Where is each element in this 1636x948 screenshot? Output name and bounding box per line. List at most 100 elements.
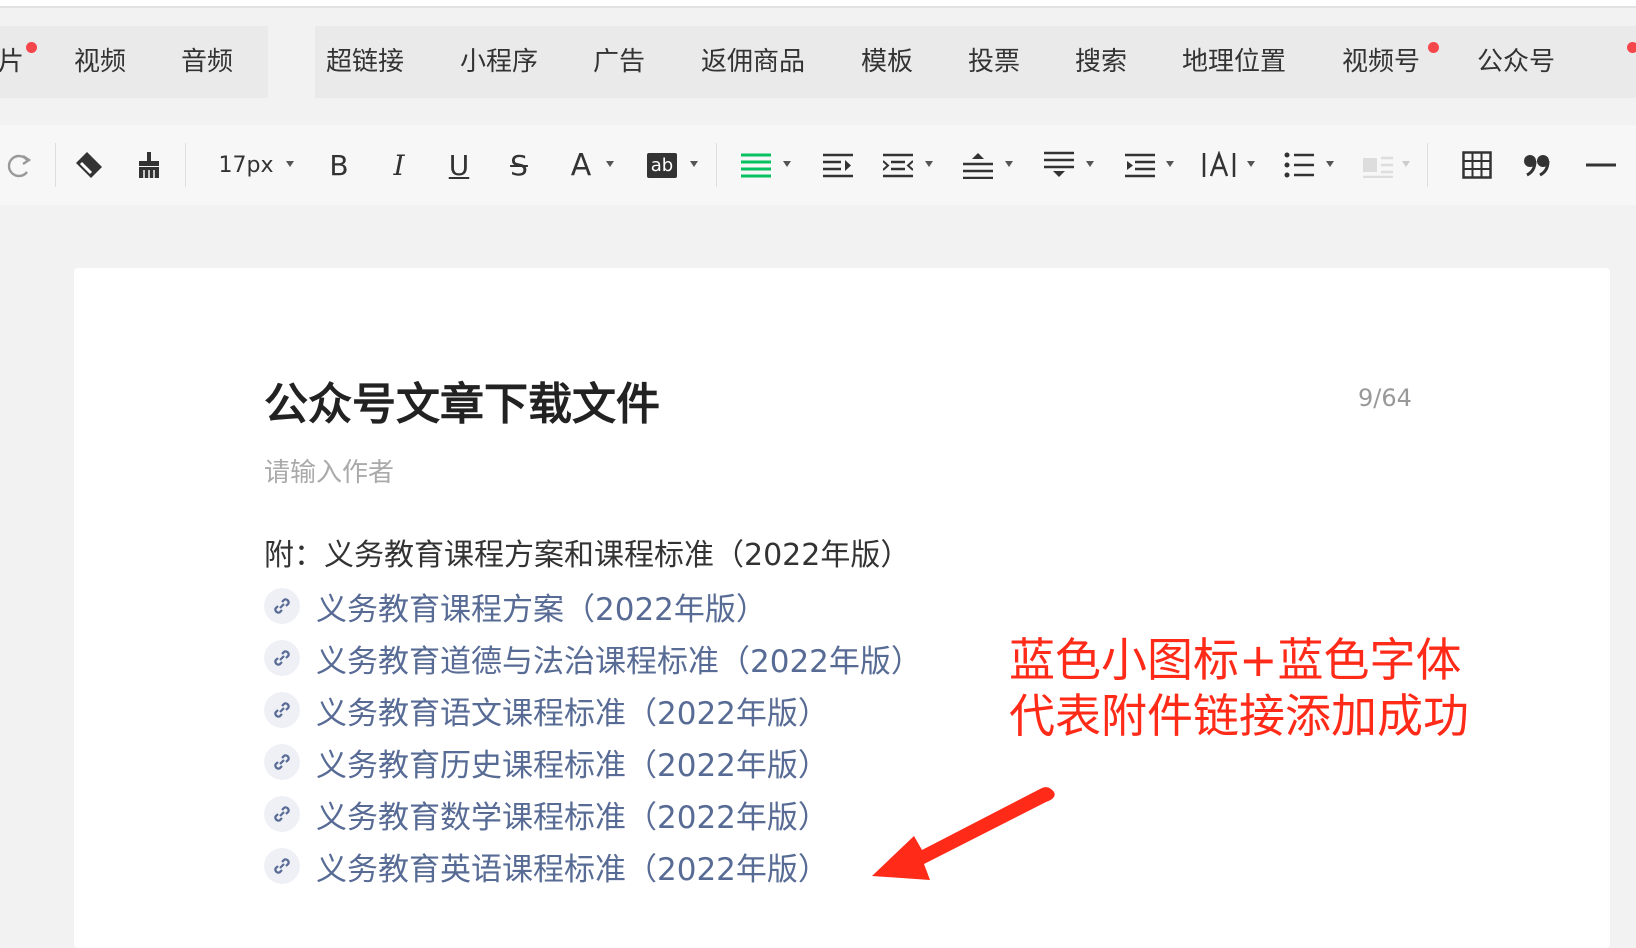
line-height-icon bbox=[1125, 152, 1155, 178]
attachment-link[interactable]: 义务教育语文课程标准（2022年版） bbox=[264, 688, 829, 732]
menu-item-official-account[interactable]: 公众号 bbox=[1477, 26, 1555, 98]
attachment-link-text: 义务教育英语课程标准（2022年版） bbox=[316, 851, 829, 888]
quote-icon bbox=[1523, 153, 1551, 177]
indent-button[interactable] bbox=[818, 125, 858, 205]
chevron-down-icon bbox=[286, 161, 294, 167]
attachment-link[interactable]: 义务教育历史课程标准（2022年版） bbox=[264, 740, 829, 784]
letter-spacing-button[interactable] bbox=[1198, 125, 1240, 205]
attachment-link-text: 义务教育课程方案（2022年版） bbox=[316, 591, 767, 628]
underline-button[interactable]: U bbox=[439, 125, 479, 205]
line-height-button[interactable] bbox=[1120, 125, 1160, 205]
font-color-button[interactable]: A bbox=[561, 125, 601, 205]
clear-format-button[interactable] bbox=[66, 125, 112, 205]
link-icon bbox=[264, 692, 300, 728]
toolbar-divider bbox=[1427, 143, 1428, 187]
quote-button[interactable] bbox=[1515, 125, 1559, 205]
background-color-button[interactable]: ab bbox=[642, 125, 682, 205]
insert-menu-group-other: 超链接 小程序 广告 返佣商品 模板 投票 搜索 地理位置 视频号 公众号 bbox=[315, 26, 1636, 98]
annotation-line: 代表附件链接添加成功 bbox=[1009, 689, 1469, 743]
menu-item-location[interactable]: 地理位置 bbox=[1182, 26, 1286, 98]
list-button[interactable] bbox=[1279, 125, 1319, 205]
menu-item-miniprogram[interactable]: 小程序 bbox=[460, 26, 538, 98]
notify-dot bbox=[26, 42, 37, 53]
align-justify-icon bbox=[741, 152, 771, 178]
attachment-link-text: 义务教育语文课程标准（2022年版） bbox=[316, 695, 829, 732]
page-margin-button[interactable] bbox=[878, 125, 918, 205]
link-icon bbox=[264, 744, 300, 780]
strikethrough-icon: S bbox=[510, 148, 528, 182]
margin-icon bbox=[883, 152, 913, 178]
eraser-icon bbox=[73, 149, 105, 181]
paragraph-spacing-before-button[interactable] bbox=[958, 125, 998, 205]
format-toolbar: 17px B I U S A ab bbox=[0, 125, 1636, 205]
font-size-select[interactable]: 17px bbox=[196, 125, 296, 205]
strikethrough-button[interactable]: S bbox=[499, 125, 539, 205]
menu-item-video[interactable]: 视频 bbox=[74, 26, 126, 98]
menu-item-template[interactable]: 模板 bbox=[861, 26, 913, 98]
float-button-disabled[interactable] bbox=[1358, 125, 1398, 205]
attachment-link[interactable]: 义务教育课程方案（2022年版） bbox=[264, 584, 767, 628]
table-button[interactable] bbox=[1455, 125, 1499, 205]
link-icon bbox=[264, 588, 300, 624]
menu-item-hyperlink[interactable]: 超链接 bbox=[326, 26, 404, 98]
menu-item-ad[interactable]: 广告 bbox=[593, 26, 645, 98]
font-color-icon: A bbox=[570, 147, 592, 183]
underline-icon: U bbox=[448, 148, 470, 182]
bold-button[interactable]: B bbox=[319, 125, 359, 205]
paragraph-spacing-after-button[interactable] bbox=[1039, 125, 1079, 205]
italic-icon: I bbox=[393, 148, 405, 182]
divider-button[interactable] bbox=[1578, 125, 1624, 205]
italic-button[interactable]: I bbox=[379, 125, 419, 205]
notify-dot bbox=[1627, 42, 1636, 53]
link-icon bbox=[264, 796, 300, 832]
attachment-link[interactable]: 义务教育英语课程标准（2022年版） bbox=[264, 844, 829, 888]
article-editor[interactable]: 公众号文章下载文件 9/64 请输入作者 附：义务教育课程方案和课程标准（202… bbox=[74, 268, 1610, 948]
chevron-down-icon bbox=[1402, 161, 1410, 167]
link-icon bbox=[264, 848, 300, 884]
top-border bbox=[0, 0, 1636, 8]
author-input[interactable]: 请输入作者 bbox=[264, 452, 394, 489]
font-size-value: 17px bbox=[218, 152, 274, 178]
menu-item-search[interactable]: 搜索 bbox=[1075, 26, 1127, 98]
annotation-note: 蓝色小图标+蓝色字体 代表附件链接添加成功 bbox=[1009, 632, 1469, 744]
chevron-down-icon bbox=[1166, 161, 1174, 167]
spacing-after-icon bbox=[1044, 151, 1074, 179]
chevron-down-icon bbox=[783, 161, 791, 167]
title-char-counter: 9/64 bbox=[1358, 384, 1412, 412]
chevron-down-icon bbox=[1247, 161, 1255, 167]
chevron-down-icon bbox=[1005, 161, 1013, 167]
body-paragraph: 附：义务教育课程方案和课程标准（2022年版） bbox=[264, 538, 911, 573]
indent-icon bbox=[823, 152, 853, 178]
chevron-down-icon bbox=[606, 161, 614, 167]
attachment-link[interactable]: 义务教育道德与法治课程标准（2022年版） bbox=[264, 636, 922, 680]
article-title-input[interactable]: 公众号文章下载文件 bbox=[264, 368, 660, 432]
highlight-icon: ab bbox=[646, 152, 678, 178]
menu-item-channels[interactable]: 视频号 bbox=[1342, 26, 1420, 98]
brush-icon bbox=[134, 150, 164, 180]
chevron-down-icon bbox=[1086, 161, 1094, 167]
format-painter-button[interactable] bbox=[126, 125, 172, 205]
annotation-arrow-icon bbox=[872, 787, 1055, 880]
menu-item-commission-goods[interactable]: 返佣商品 bbox=[701, 26, 805, 98]
menu-item-vote[interactable]: 投票 bbox=[968, 26, 1020, 98]
insert-menu-group-media: 片 视频 音频 bbox=[0, 26, 268, 98]
toolbar-divider bbox=[55, 143, 56, 187]
annotation-line: 蓝色小图标+蓝色字体 bbox=[1009, 633, 1462, 687]
redo-button[interactable] bbox=[0, 125, 40, 205]
align-button[interactable] bbox=[736, 125, 776, 205]
toolbar-divider bbox=[185, 143, 186, 187]
letter-spacing-icon bbox=[1202, 151, 1236, 179]
attachment-link-text: 义务教育历史课程标准（2022年版） bbox=[316, 747, 829, 784]
attachment-link[interactable]: 义务教育数学课程标准（2022年版） bbox=[264, 792, 829, 836]
attachment-link-text: 义务教育数学课程标准（2022年版） bbox=[316, 799, 829, 836]
link-icon bbox=[264, 640, 300, 676]
menu-item-audio[interactable]: 音频 bbox=[181, 26, 233, 98]
chevron-down-icon bbox=[690, 161, 698, 167]
menu-item-image[interactable]: 片 bbox=[0, 26, 24, 98]
horizontal-rule-icon bbox=[1586, 162, 1616, 168]
bullet-list-icon bbox=[1284, 152, 1314, 178]
notify-dot bbox=[1428, 42, 1439, 53]
toolbar-divider bbox=[716, 143, 717, 187]
bold-icon: B bbox=[329, 148, 349, 182]
chevron-down-icon bbox=[925, 161, 933, 167]
